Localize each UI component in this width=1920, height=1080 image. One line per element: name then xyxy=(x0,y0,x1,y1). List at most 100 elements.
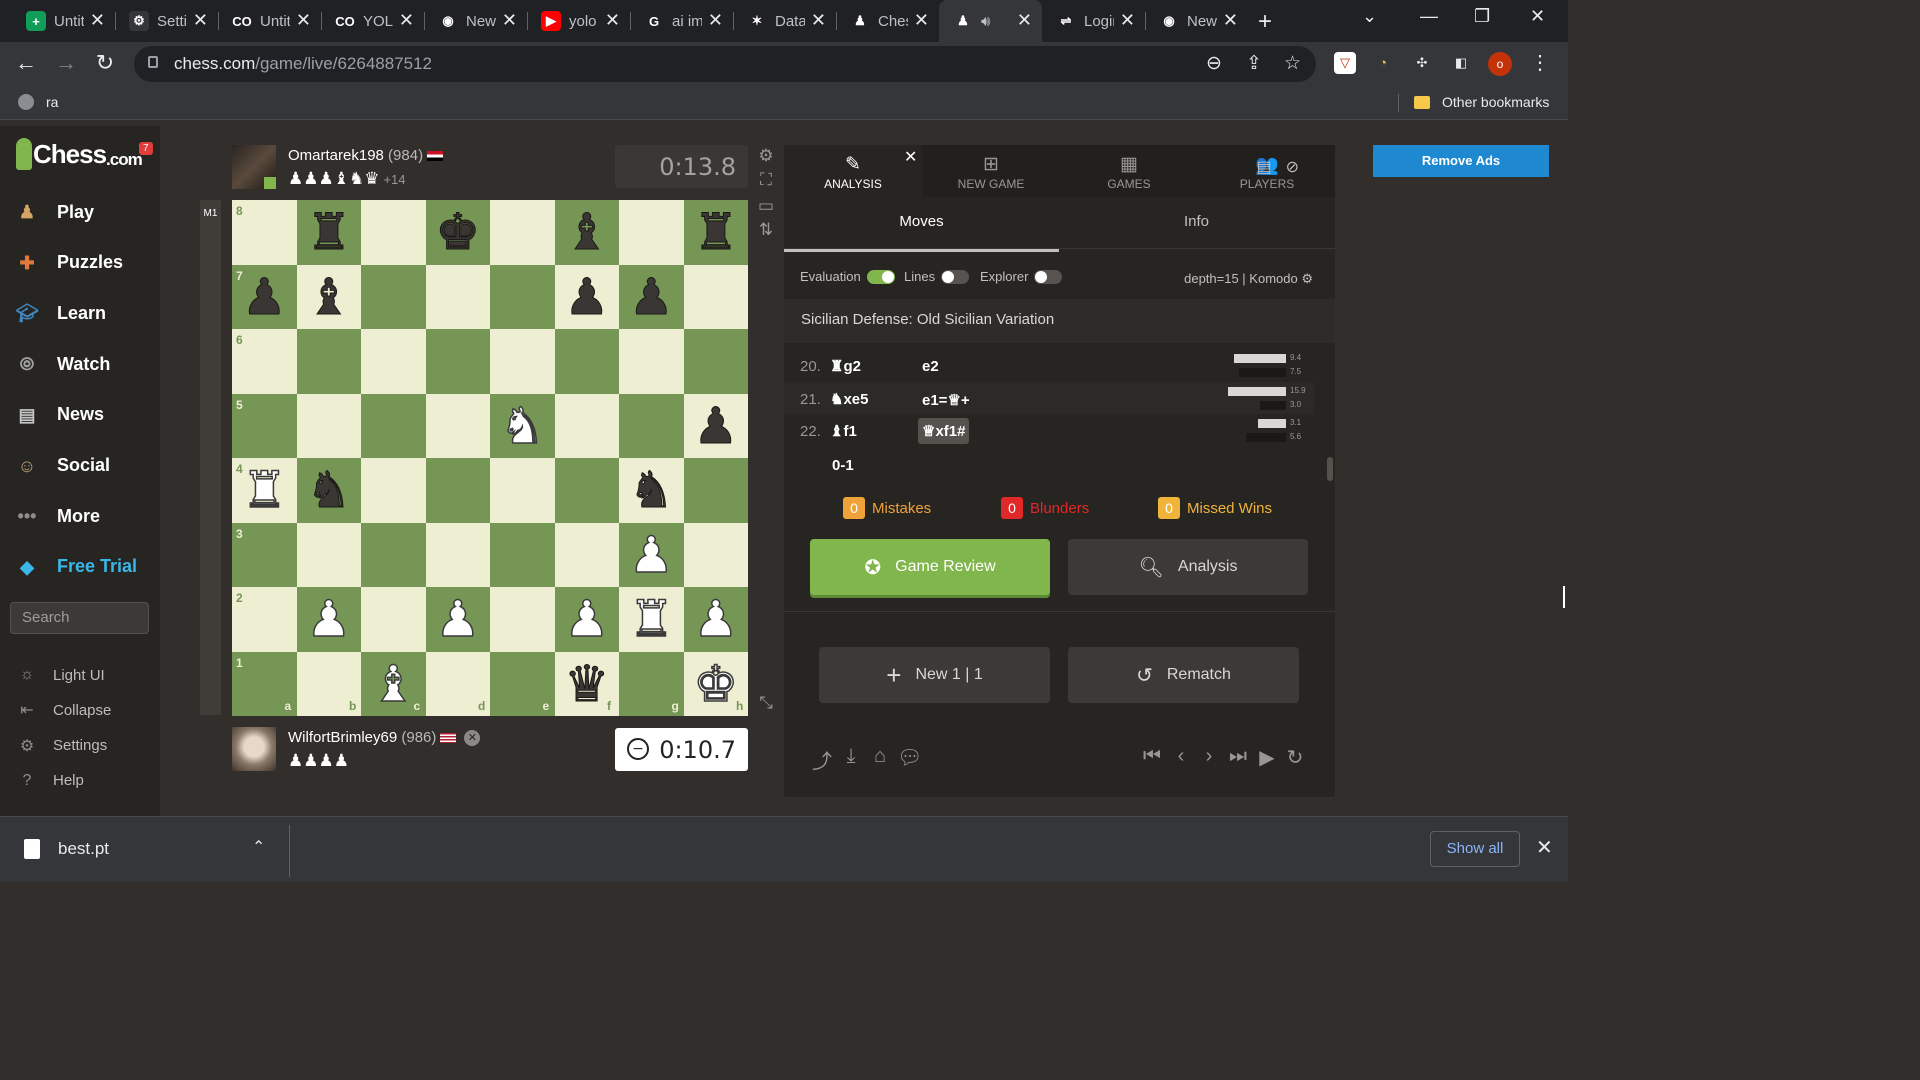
board-square-b3[interactable] xyxy=(296,522,361,587)
share-icon[interactable]: ⇪ xyxy=(1246,52,1262,75)
board-square-e7[interactable] xyxy=(490,264,555,329)
toggle-switch[interactable] xyxy=(941,269,970,284)
remove-ads-button[interactable]: Remove Ads xyxy=(1373,145,1549,177)
board-square-d4[interactable] xyxy=(425,458,490,523)
download-item[interactable]: best.pt xyxy=(24,839,109,859)
browser-tab[interactable]: ⚙ Settings ✕ xyxy=(115,0,218,42)
black-pawn-icon[interactable]: ♟ xyxy=(684,394,749,459)
black-bishop-icon[interactable]: ♝ xyxy=(297,265,362,330)
board-square-d3[interactable] xyxy=(425,522,490,587)
compass-icon[interactable]: ⊘ xyxy=(1286,159,1313,176)
lines-toggle[interactable]: Lines xyxy=(904,269,970,284)
tab-analysis[interactable]: ✎ ANALYSIS xyxy=(784,145,922,197)
close-tab-icon[interactable]: ✕ xyxy=(296,10,311,31)
sidebar-item-learn[interactable]: 🎓︎ Learn xyxy=(12,293,106,333)
browser-tab[interactable]: ▶ yolo ✕ xyxy=(527,0,630,42)
sidebar-search-input[interactable]: Search xyxy=(10,602,149,634)
board-square-g8[interactable] xyxy=(619,200,684,265)
theater-mode-icon[interactable]: ▭ xyxy=(757,196,775,216)
white-pawn-icon[interactable]: ♟ xyxy=(684,587,749,652)
analysis-button[interactable]: 🔍︎ Analysis xyxy=(1068,539,1308,595)
reload-icon[interactable]: ↻ xyxy=(91,50,119,76)
engine-info[interactable]: depth=15 | Komodo ⚙ xyxy=(1184,271,1313,287)
sidebar-sub-collapse[interactable]: ⇤ Collapse xyxy=(16,698,111,722)
book-icon[interactable]: ▤ xyxy=(1256,159,1285,176)
sidebar-sub-help[interactable]: ? Help xyxy=(16,769,84,793)
sidebar-item-watch[interactable]: ⦾ Watch xyxy=(12,344,111,384)
bottom-player-avatar[interactable] xyxy=(232,727,276,771)
black-rook-icon[interactable]: ♜ xyxy=(297,200,362,265)
black-pawn-icon[interactable]: ♟ xyxy=(555,265,620,330)
sidebar-item-news[interactable]: ▤ News xyxy=(12,395,104,435)
close-tab-icon[interactable]: ✕ xyxy=(1223,10,1238,31)
board-square-c4[interactable] xyxy=(361,458,426,523)
board-square-c3[interactable] xyxy=(361,522,426,587)
show-all-downloads-button[interactable]: Show all xyxy=(1430,831,1520,867)
toggle-switch[interactable] xyxy=(866,269,895,284)
top-player-name[interactable]: Omartarek198 xyxy=(288,147,384,164)
sidebar-item-more[interactable]: ••• More xyxy=(12,496,100,536)
sidebar-item-play[interactable]: ♟ Play xyxy=(12,192,94,232)
top-player-avatar[interactable] xyxy=(232,145,276,189)
white-pawn-icon[interactable]: ♟ xyxy=(297,587,362,652)
play-icon[interactable]: ▶ xyxy=(1255,745,1279,770)
close-tab-icon[interactable]: ✕ xyxy=(708,10,723,31)
url-text[interactable]: chess.com/game/live/6264887512 xyxy=(174,54,432,74)
black-bishop-icon[interactable]: ♝ xyxy=(555,200,620,265)
close-tab-icon[interactable]: ✕ xyxy=(502,10,517,31)
close-tab-icon[interactable]: ✕ xyxy=(193,10,208,31)
close-tab-icon[interactable]: ✕ xyxy=(904,147,917,167)
board-settings-icon[interactable]: ⚙ xyxy=(757,146,775,166)
extensions-puzzle-icon[interactable]: ✣ xyxy=(1411,52,1433,74)
white-move[interactable]: ♞xe5 xyxy=(830,390,868,408)
browser-tab[interactable]: ✶ Data ✕ xyxy=(733,0,836,42)
board-square-d7[interactable] xyxy=(425,264,490,329)
board-square-c8[interactable] xyxy=(361,200,426,265)
black-move[interactable]: e1=♕+ xyxy=(918,390,974,410)
browser-tab[interactable]: ◉ New Tab ✕ xyxy=(424,0,527,42)
refresh-icon[interactable]: ↻ xyxy=(1283,745,1307,770)
restore-icon[interactable]: ❐ xyxy=(1474,6,1490,27)
close-tab-icon[interactable]: ✕ xyxy=(914,10,929,31)
first-move-icon[interactable]: ⏮ xyxy=(1140,745,1164,768)
tab-games[interactable]: ▦ GAMES xyxy=(1060,145,1198,197)
white-pawn-icon[interactable]: ♟ xyxy=(555,587,620,652)
forward-icon[interactable]: → xyxy=(52,50,80,76)
sidebar-sub-settings[interactable]: ⚙ Settings xyxy=(16,734,107,758)
white-move[interactable]: ♜g2 xyxy=(830,357,861,375)
close-tab-icon[interactable]: ✕ xyxy=(605,10,620,31)
other-bookmarks[interactable]: Other bookmarks xyxy=(1414,94,1549,110)
black-knight-icon[interactable]: ♞ xyxy=(619,458,684,523)
board-square-h3[interactable] xyxy=(683,522,748,587)
library-icon[interactable]: ⌂ xyxy=(868,745,892,768)
evaluation-toggle[interactable]: Evaluation xyxy=(800,269,895,284)
flip-board-icon[interactable]: ⇅ xyxy=(757,220,775,240)
black-knight-icon[interactable]: ♞ xyxy=(297,458,362,523)
new-game-button[interactable]: + New 1 | 1 xyxy=(819,647,1050,703)
white-knight-icon[interactable]: ♞ xyxy=(490,394,555,459)
profile-avatar[interactable]: o xyxy=(1488,52,1512,76)
white-pawn-icon[interactable]: ♟ xyxy=(426,587,491,652)
white-pawn-icon[interactable]: ♟ xyxy=(619,523,684,588)
board-square-c7[interactable] xyxy=(361,264,426,329)
browser-tab[interactable]: CO Untitled ✕ xyxy=(218,0,321,42)
board-square-d6[interactable] xyxy=(425,329,490,394)
tab-new-game[interactable]: ⊞ NEW GAME xyxy=(922,145,1060,197)
sidebar-item-free-trial[interactable]: ◆ Free Trial xyxy=(12,547,137,587)
new-tab-button[interactable]: + xyxy=(1252,8,1278,36)
browser-menu-icon[interactable]: ⋮ xyxy=(1530,50,1550,75)
toggle-switch[interactable] xyxy=(1034,269,1063,284)
browser-tab[interactable]: ♟ 🔊︎ ✕ xyxy=(939,0,1042,42)
share-game-icon[interactable]: ⤴ xyxy=(810,745,834,774)
chess-com-logo[interactable]: Chess .com xyxy=(16,138,143,170)
board-square-b5[interactable] xyxy=(296,393,361,458)
download-options-icon[interactable]: ⌃ xyxy=(252,837,265,857)
sidebar-sub-light-ui[interactable]: ☼ Light UI xyxy=(16,663,105,687)
white-rook-icon[interactable]: ♜ xyxy=(619,587,684,652)
black-pawn-icon[interactable]: ♟ xyxy=(619,265,684,330)
next-move-icon[interactable]: › xyxy=(1197,745,1221,768)
rematch-button[interactable]: ↺ Rematch xyxy=(1068,647,1299,703)
board-square-e2[interactable] xyxy=(490,587,555,652)
close-tab-icon[interactable]: ✕ xyxy=(90,10,105,31)
board-square-g6[interactable] xyxy=(619,329,684,394)
